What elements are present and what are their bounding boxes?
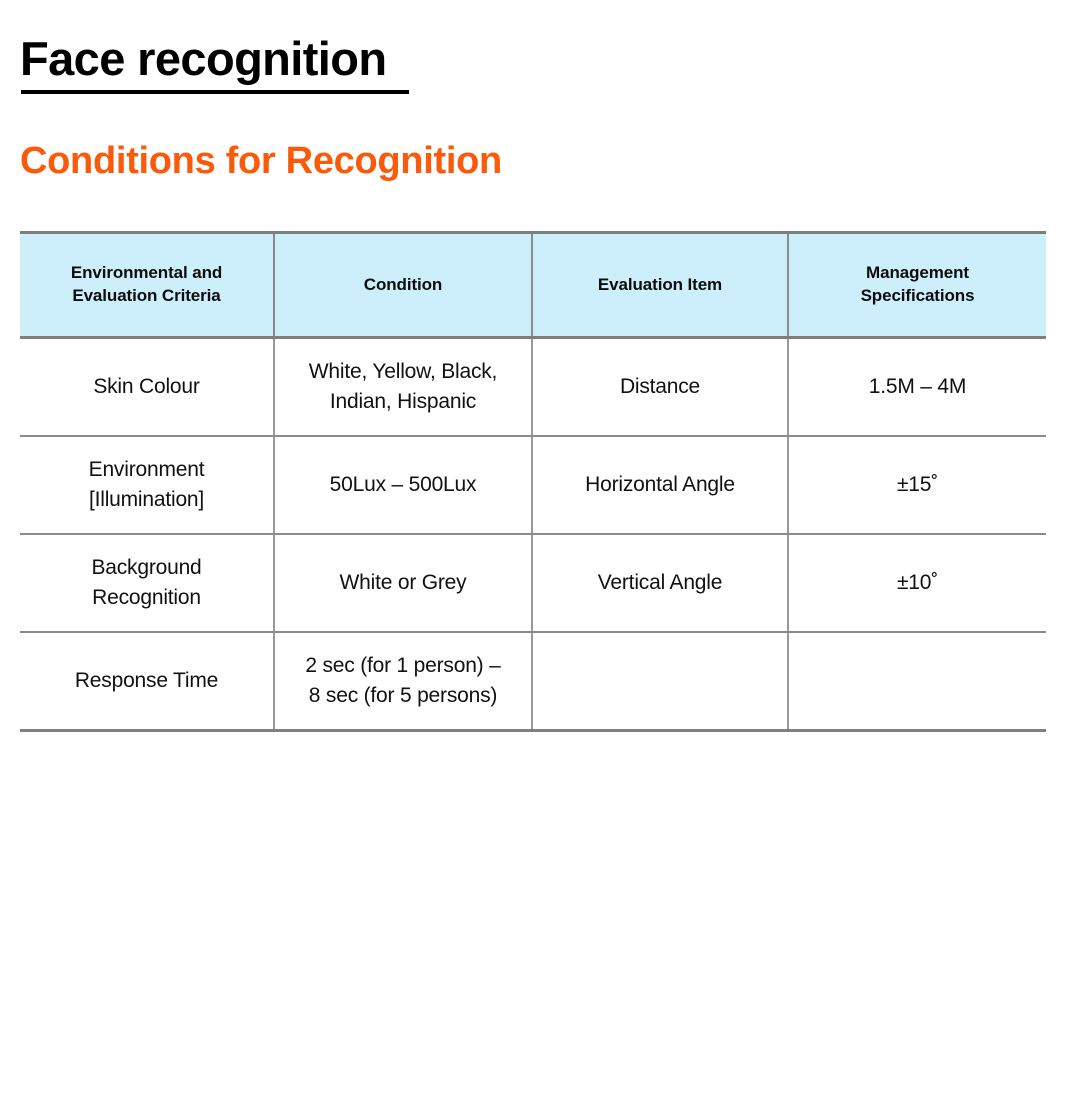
- table-row: Response Time 2 sec (for 1 person) – 8 s…: [20, 632, 1046, 732]
- cell-evaluation-item-line1: Distance: [619, 375, 701, 399]
- cell-evaluation-item-line1: Horizontal Angle: [585, 473, 735, 497]
- recognition-conditions-table: Environmental and Evaluation Criteria Co…: [20, 231, 1046, 732]
- cell-management-spec-line1: ±15˚: [896, 473, 939, 497]
- cell-evaluation-item-line1: Vertical Angle: [597, 571, 723, 595]
- cell-condition: White or Grey: [273, 534, 532, 633]
- cell-management-spec: 1.5M – 4M: [787, 337, 1046, 437]
- cell-condition: 50Lux – 500Lux: [273, 436, 532, 535]
- table-row: Environment [Illumination] 50Lux – 500Lu…: [20, 436, 1046, 535]
- cell-management-spec: [787, 632, 1046, 732]
- cell-criteria: Response Time: [20, 632, 274, 732]
- table-row: Background Recognition White or Grey Ver…: [20, 534, 1046, 633]
- cell-management-spec: ±15˚: [787, 436, 1046, 535]
- cell-condition-line1: White, Yellow, Black,: [308, 360, 498, 384]
- cell-condition: 2 sec (for 1 person) – 8 sec (for 5 pers…: [273, 632, 532, 732]
- cell-condition-line2: Indian, Hispanic: [329, 390, 477, 413]
- table-row: Skin Colour White, Yellow, Black, Indian…: [20, 337, 1046, 437]
- column-header-management-specifications: Management Specifications: [787, 231, 1046, 339]
- cell-criteria-line2: [Illumination]: [88, 488, 205, 511]
- cell-evaluation-item: Vertical Angle: [531, 534, 788, 633]
- cell-criteria-line1: Background: [91, 556, 202, 580]
- cell-criteria-line1: Environment: [88, 458, 205, 482]
- cell-evaluation-item: Horizontal Angle: [531, 436, 788, 535]
- cell-condition-line1: White or Grey: [339, 571, 467, 595]
- cell-condition-line2: 8 sec (for 5 persons): [308, 684, 498, 707]
- column-header-evaluation-item: Evaluation Item: [531, 231, 788, 339]
- column-header-condition-line1: Condition: [363, 274, 443, 294]
- cell-management-spec-line1: 1.5M – 4M: [868, 375, 967, 399]
- cell-management-spec: ±10˚: [787, 534, 1046, 633]
- cell-condition-line1: 50Lux – 500Lux: [329, 473, 477, 497]
- cell-criteria-line1: Skin Colour: [93, 375, 200, 399]
- column-header-evaluation-item-line1: Evaluation Item: [597, 274, 723, 294]
- cell-management-spec-line1: ±10˚: [896, 571, 939, 595]
- column-header-management-line1: Management: [866, 263, 969, 283]
- cell-criteria: Skin Colour: [20, 337, 274, 437]
- page-subtitle: Conditions for Recognition: [20, 140, 502, 182]
- cell-criteria: Background Recognition: [20, 534, 274, 633]
- column-header-criteria: Environmental and Evaluation Criteria: [20, 231, 274, 339]
- cell-criteria-line1: Response Time: [74, 669, 219, 693]
- cell-criteria-line2: Recognition: [92, 586, 201, 609]
- cell-criteria: Environment [Illumination]: [20, 436, 274, 535]
- slide-page: Face recognition Conditions for Recognit…: [0, 0, 1080, 1104]
- column-header-condition: Condition: [273, 231, 532, 339]
- column-header-criteria-line2: Evaluation Criteria: [72, 286, 221, 305]
- title-underline-divider: [21, 90, 409, 94]
- cell-condition: White, Yellow, Black, Indian, Hispanic: [273, 337, 532, 437]
- table-header-row: Environmental and Evaluation Criteria Co…: [20, 231, 1046, 339]
- cell-condition-line1: 2 sec (for 1 person) –: [305, 654, 501, 678]
- column-header-management-line2: Specifications: [860, 286, 975, 305]
- column-header-criteria-line1: Environmental and: [70, 263, 223, 283]
- cell-evaluation-item: Distance: [531, 337, 788, 437]
- cell-evaluation-item: [531, 632, 788, 732]
- page-title: Face recognition: [20, 32, 387, 85]
